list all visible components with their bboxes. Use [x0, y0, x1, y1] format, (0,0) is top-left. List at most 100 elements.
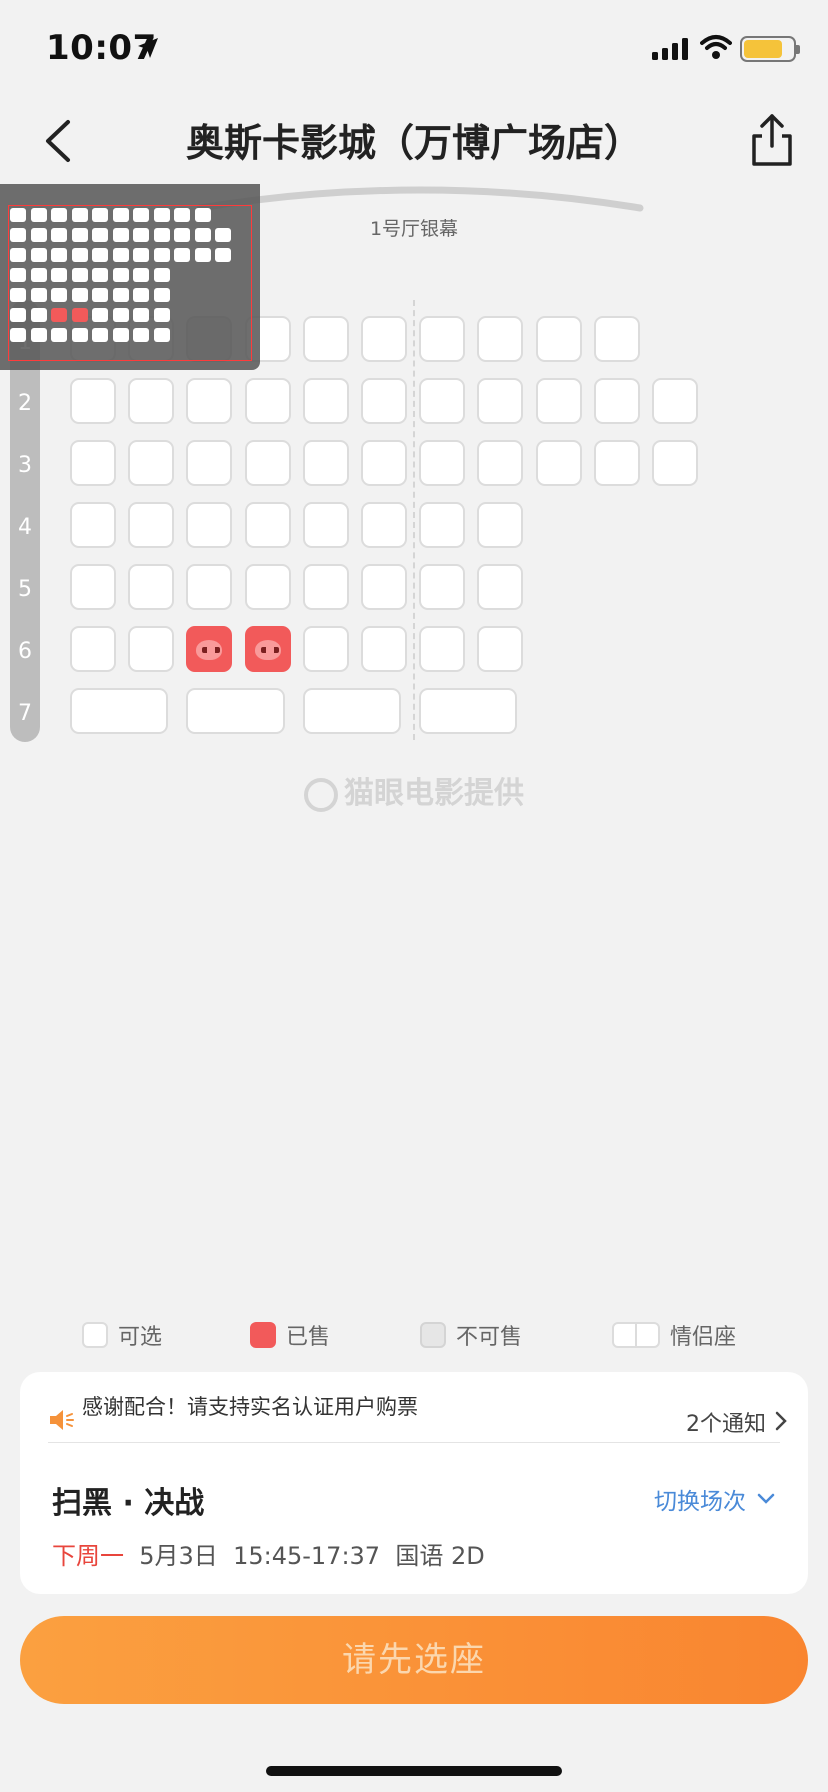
seat-available[interactable]	[128, 440, 175, 486]
chevron-down-icon[interactable]	[756, 1492, 776, 1506]
seat-available[interactable]	[186, 564, 233, 610]
seat-available[interactable]	[128, 502, 175, 548]
legend-unavailable: 不可售	[420, 1318, 522, 1352]
seat-available[interactable]	[593, 316, 640, 362]
seat-available[interactable]	[70, 378, 116, 424]
seat-available[interactable]	[70, 502, 116, 548]
wifi-icon	[700, 35, 732, 59]
seat-couple[interactable]	[349, 688, 401, 734]
legend-label: 可选	[118, 1325, 163, 1350]
seat-available[interactable]	[419, 564, 466, 610]
battery-icon	[740, 36, 800, 62]
seat-available[interactable]	[302, 502, 349, 548]
show-format: 国语 2D	[395, 1542, 485, 1570]
seat-available[interactable]	[302, 316, 349, 362]
seat-available[interactable]	[419, 316, 466, 362]
couple-seat-icon	[612, 1322, 660, 1348]
movie-title: 扫黑 · 决战	[52, 1486, 205, 1521]
seat-couple[interactable]	[419, 688, 472, 734]
seat-available[interactable]	[477, 316, 524, 362]
seat-available[interactable]	[302, 378, 349, 424]
seat-available[interactable]	[477, 378, 524, 424]
chevron-right-icon	[775, 1411, 787, 1431]
seat-available[interactable]	[419, 440, 466, 486]
home-indicator	[266, 1766, 562, 1776]
seat-available[interactable]	[70, 626, 116, 672]
show-day: 下周一	[52, 1542, 124, 1570]
seat-available[interactable]	[244, 378, 291, 424]
show-time: 15:45-17:37	[233, 1542, 381, 1570]
seat-couple[interactable]	[116, 688, 169, 734]
seat-available[interactable]	[128, 564, 175, 610]
seat-available[interactable]	[186, 502, 233, 548]
watermark: 猫眼电影提供	[0, 768, 828, 812]
showtime-row: 下周一 5月3日 15:45-17:37 国语 2D	[52, 1536, 485, 1571]
seat-available[interactable]	[477, 502, 524, 548]
seat-available[interactable]	[652, 440, 698, 486]
seat-available[interactable]	[593, 440, 640, 486]
seat-available[interactable]	[361, 502, 407, 548]
seat-available[interactable]	[70, 440, 116, 486]
show-info-card: 感谢配合！请支持实名认证用户购票 2个通知 扫黑 · 决战 切换场次 下周一 5…	[20, 1372, 808, 1594]
seat-available[interactable]	[361, 440, 407, 486]
sold-seat-icon	[250, 1322, 276, 1348]
legend-available: 可选	[82, 1318, 162, 1352]
seat-available[interactable]	[652, 378, 698, 424]
seat-sold	[244, 626, 291, 672]
unavailable-seat-icon	[420, 1322, 446, 1348]
seat-available[interactable]	[419, 502, 466, 548]
seat-couple[interactable]	[70, 688, 122, 734]
maoyan-logo-icon	[304, 777, 338, 812]
switch-session-button[interactable]: 切换场次	[654, 1482, 746, 1516]
legend-label: 情侣座	[670, 1325, 737, 1350]
seat-available[interactable]	[302, 440, 349, 486]
show-date: 5月3日	[139, 1542, 218, 1570]
seat-available[interactable]	[477, 440, 524, 486]
location-arrow-icon	[138, 38, 158, 58]
cellular-signal-icon	[652, 38, 688, 60]
seat-available[interactable]	[128, 378, 175, 424]
seat-sold	[186, 626, 233, 672]
legend-sold: 已售	[250, 1318, 330, 1352]
seat-available[interactable]	[535, 378, 582, 424]
seat-available[interactable]	[477, 564, 524, 610]
seat-available[interactable]	[361, 626, 407, 672]
seat-available[interactable]	[186, 378, 233, 424]
watermark-text: 猫眼电影提供	[344, 776, 524, 811]
seat-couple[interactable]	[465, 688, 518, 734]
seat-available[interactable]	[361, 316, 407, 362]
legend-couple: 情侣座	[612, 1318, 736, 1352]
minimap-viewport-frame	[8, 205, 252, 361]
seat-available[interactable]	[244, 502, 291, 548]
seat-available[interactable]	[419, 378, 466, 424]
notice-row[interactable]: 感谢配合！请支持实名认证用户购票 2个通知	[48, 1396, 788, 1442]
seat-available[interactable]	[244, 564, 291, 610]
seat-available[interactable]	[419, 626, 466, 672]
speaker-icon	[50, 1410, 74, 1430]
card-divider	[48, 1442, 780, 1443]
seat-available[interactable]	[128, 626, 175, 672]
seat-available[interactable]	[593, 378, 640, 424]
seat-couple[interactable]	[302, 688, 355, 734]
seat-available[interactable]	[361, 564, 407, 610]
seat-available[interactable]	[70, 564, 116, 610]
seat-legend: 可选 已售 不可售 情侣座	[0, 1318, 828, 1352]
legend-label: 已售	[286, 1325, 331, 1350]
seat-available[interactable]	[186, 440, 233, 486]
seat-available[interactable]	[244, 440, 291, 486]
seat-available[interactable]	[302, 564, 349, 610]
seat-couple[interactable]	[186, 688, 239, 734]
seat-available[interactable]	[535, 316, 582, 362]
seat-available[interactable]	[535, 440, 582, 486]
notice-count: 2个通知	[686, 1412, 766, 1437]
seat-couple[interactable]	[232, 688, 285, 734]
seat-available[interactable]	[477, 626, 524, 672]
select-seat-button[interactable]: 请先选座	[20, 1616, 808, 1704]
seat-available[interactable]	[361, 378, 407, 424]
page-title: 奥斯卡影城（万博广场店）	[185, 121, 642, 165]
share-icon[interactable]	[748, 112, 796, 168]
notice-text: 感谢配合！请支持实名认证用户购票	[82, 1396, 418, 1419]
seat-available[interactable]	[302, 626, 349, 672]
legend-label: 不可售	[456, 1325, 523, 1350]
available-seat-icon	[82, 1322, 108, 1348]
